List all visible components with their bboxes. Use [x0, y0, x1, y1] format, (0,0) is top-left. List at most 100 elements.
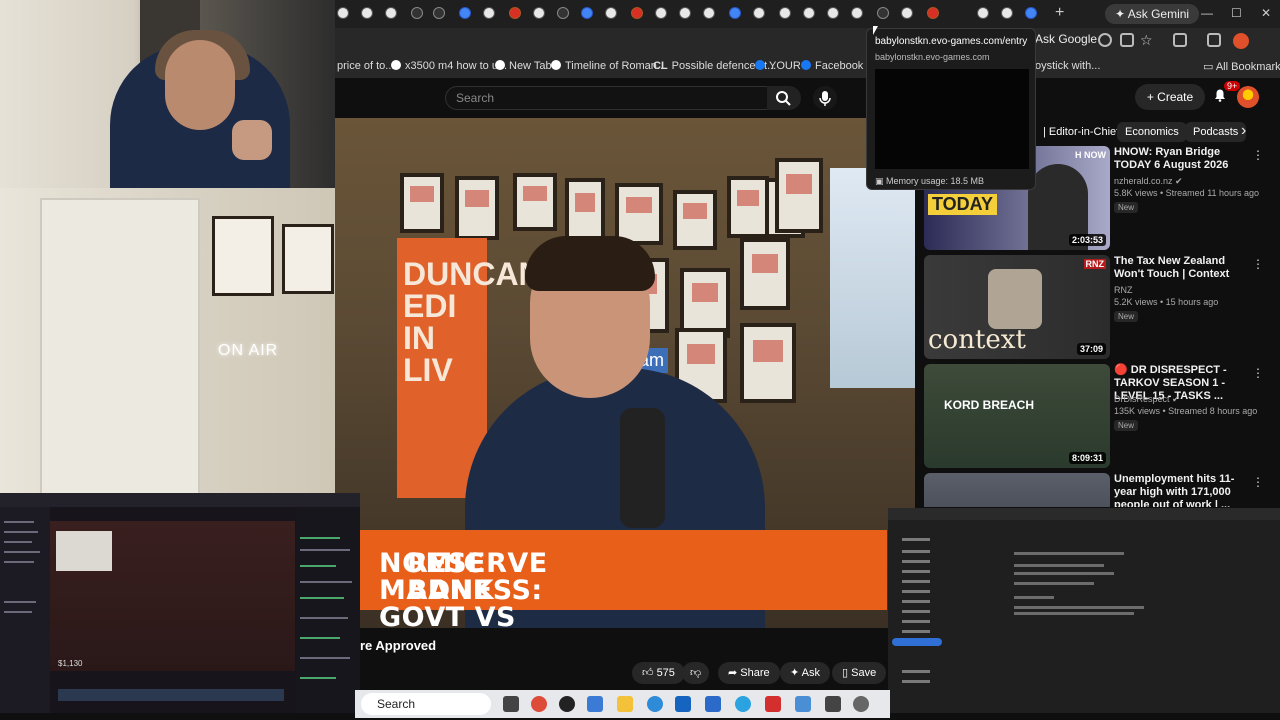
- minimize-button[interactable]: —: [1201, 6, 1213, 20]
- tab-favicon-icon[interactable]: [1001, 7, 1013, 19]
- recommended-title[interactable]: Unemployment hits 11-year high with 171,…: [1114, 473, 1254, 507]
- ask-google-button[interactable]: Ask Google: [1035, 32, 1097, 46]
- video-thumbnail[interactable]: KORD BREACH 8:09:31: [924, 364, 1110, 468]
- recommended-channel[interactable]: DrDisRespect ✔: [1114, 394, 1180, 405]
- avatar[interactable]: [1237, 86, 1259, 108]
- bookmark-item[interactable]: New Tab: [495, 60, 552, 72]
- create-button[interactable]: + Create: [1135, 84, 1205, 110]
- tab-search-icon[interactable]: [1207, 33, 1221, 47]
- bookmark-item[interactable]: oystick with...: [1035, 60, 1100, 72]
- tab-favicon-icon[interactable]: [411, 7, 423, 19]
- recommended-channel[interactable]: nzherald.co.nz ✔: [1114, 176, 1183, 187]
- wall-frame: [727, 176, 769, 238]
- tab-favicon-icon[interactable]: [803, 7, 815, 19]
- chat-line: [300, 677, 336, 679]
- close-window-button[interactable]: ✕: [1261, 6, 1271, 20]
- tab-favicon-icon[interactable]: [631, 7, 643, 19]
- video-thumbnail[interactable]: context RNZ 37:09: [924, 255, 1110, 359]
- bookmark-star-icon[interactable]: ☆: [1140, 32, 1153, 49]
- telegram-icon[interactable]: [735, 696, 751, 712]
- more-options-icon[interactable]: ⋮: [1252, 148, 1264, 162]
- tab-favicon-icon[interactable]: [1025, 7, 1037, 19]
- share-button[interactable]: ➦ Share: [718, 662, 780, 684]
- maximize-button[interactable]: ☐: [1231, 6, 1242, 20]
- recommended-video[interactable]: KORD BREACH 8:09:31 🔴 DR DISRESPECT - TA…: [924, 364, 1280, 470]
- tab-favicon-icon[interactable]: [433, 7, 445, 19]
- video-title: re Approved: [360, 638, 437, 653]
- tab-favicon-icon[interactable]: [459, 7, 471, 19]
- task-view-icon[interactable]: [503, 696, 519, 712]
- zoom-icon[interactable]: [1098, 33, 1112, 47]
- notifications-bell-icon[interactable]: [1213, 88, 1227, 102]
- app-icon[interactable]: [587, 696, 603, 712]
- tab-favicon-icon[interactable]: [679, 7, 691, 19]
- chevron-right-icon[interactable]: ›: [1241, 122, 1246, 140]
- tab-favicon-icon[interactable]: [977, 7, 989, 19]
- tab-favicon-icon[interactable]: [877, 7, 889, 19]
- dislike-button[interactable]: 👎︎: [682, 662, 710, 684]
- tab-favicon-icon[interactable]: [703, 7, 715, 19]
- tab-favicon-icon[interactable]: [655, 7, 667, 19]
- voice-search-button[interactable]: [813, 86, 837, 110]
- tab-favicon-icon[interactable]: [851, 7, 863, 19]
- app-icon[interactable]: [765, 696, 781, 712]
- save-button[interactable]: ▯ Save: [832, 662, 887, 684]
- tab-favicon-icon[interactable]: [927, 7, 939, 19]
- recommended-channel[interactable]: RNZ: [1114, 285, 1133, 295]
- obs-icon[interactable]: [559, 696, 575, 712]
- recommended-video[interactable]: context RNZ 37:09 The Tax New Zealand Wo…: [924, 255, 1280, 361]
- recommended-title[interactable]: HNOW: Ryan Bridge TODAY 6 August 2026: [1114, 146, 1254, 172]
- search-input[interactable]: Search: [445, 86, 777, 110]
- taskbar-search[interactable]: Search: [361, 693, 491, 715]
- video-thumbnail[interactable]: [924, 473, 1110, 507]
- bookmark-item[interactable]: x3500 m4 how to u...: [391, 60, 507, 72]
- tab-favicon-icon[interactable]: [779, 7, 791, 19]
- tab-favicon-icon[interactable]: [581, 7, 593, 19]
- thumbs-up-icon: 👍︎: [642, 667, 657, 679]
- bookmark-item[interactable]: Timeline of Roman...: [551, 60, 666, 72]
- extensions-icon[interactable]: [1173, 33, 1187, 47]
- tab-favicon-icon[interactable]: [337, 7, 349, 19]
- chrome-icon[interactable]: [531, 696, 547, 712]
- bookmark-item[interactable]: YOUR: [755, 60, 801, 72]
- profile-avatar-icon[interactable]: [1233, 33, 1249, 49]
- lower-third-line: RESERVE BANK: [407, 548, 548, 606]
- more-options-icon[interactable]: ⋮: [1252, 475, 1264, 489]
- recommended-title[interactable]: The Tax New Zealand Won't Touch | Contex…: [1114, 255, 1254, 281]
- tab-favicon-icon[interactable]: [509, 7, 521, 19]
- chip-editor-in-chief[interactable]: | Editor-in-Chief: [1035, 122, 1127, 142]
- app-icon[interactable]: [825, 696, 841, 712]
- tab-favicon-icon[interactable]: [753, 7, 765, 19]
- tab-favicon-icon[interactable]: [385, 7, 397, 19]
- new-tab-button[interactable]: +: [1055, 4, 1064, 22]
- tab-favicon-icon[interactable]: [827, 7, 839, 19]
- chip-economics[interactable]: Economics: [1117, 122, 1187, 142]
- edge-icon[interactable]: [647, 696, 663, 712]
- chip-podcasts[interactable]: Podcasts: [1185, 122, 1247, 142]
- tab-favicon-icon[interactable]: [533, 7, 545, 19]
- ask-gemini-button[interactable]: ✦ Ask Gemini: [1105, 4, 1200, 24]
- file-explorer-icon[interactable]: [617, 696, 633, 712]
- app-icon[interactable]: [795, 696, 811, 712]
- install-app-icon[interactable]: [1120, 33, 1134, 47]
- search-button[interactable]: [767, 86, 801, 110]
- tab-favicon-icon[interactable]: [557, 7, 569, 19]
- ask-button[interactable]: ✦ Ask: [780, 662, 831, 684]
- app-icon[interactable]: [675, 696, 691, 712]
- all-bookmarks-button[interactable]: ▭ All Bookmarks: [1203, 60, 1280, 73]
- settings-gear-icon[interactable]: [853, 696, 869, 712]
- bookmark-item[interactable]: price of to...: [337, 60, 394, 72]
- tab-favicon-icon[interactable]: [605, 7, 617, 19]
- outlook-icon[interactable]: [705, 696, 721, 712]
- wall-frame: [513, 173, 557, 231]
- more-options-icon[interactable]: ⋮: [1252, 257, 1264, 271]
- tab-favicon-icon[interactable]: [901, 7, 913, 19]
- chat-line: [300, 537, 340, 539]
- tab-favicon-icon[interactable]: [361, 7, 373, 19]
- like-button[interactable]: 👍︎ 575: [632, 662, 685, 684]
- tab-favicon-icon[interactable]: [483, 7, 495, 19]
- recommended-video[interactable]: Unemployment hits 11-year high with 171,…: [924, 473, 1280, 507]
- video-player[interactable]: DUNCAN EDI IN LIV .am NOMIC MADNESS: GOV…: [335, 118, 915, 628]
- tab-favicon-icon[interactable]: [729, 7, 741, 19]
- more-options-icon[interactable]: ⋮: [1252, 366, 1264, 380]
